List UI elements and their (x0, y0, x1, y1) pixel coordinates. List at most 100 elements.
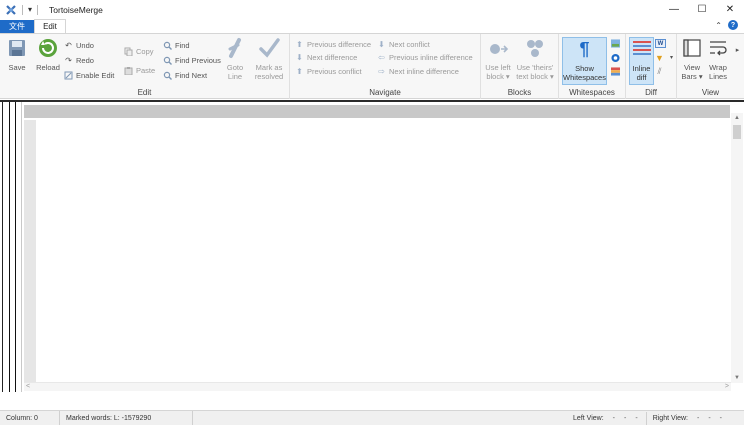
use-left-block-icon (487, 37, 509, 59)
navigate-group: ⬆ Previous difference ⬇ Next difference … (290, 34, 481, 99)
blocks-group-label: Blocks (507, 88, 532, 97)
diff-group: Inline diff W ▼ ▾ ⫽ Diff (626, 34, 677, 99)
wrap-lines-button[interactable]: Wrap Lines (706, 37, 730, 81)
window-title: TortoiseMerge (49, 4, 103, 15)
next-inline-difference-button[interactable]: ⇨ Next inline difference (377, 66, 459, 77)
previous-inline-difference-button[interactable]: ⇦ Previous inline difference (377, 52, 473, 63)
flag-icon (611, 67, 620, 76)
previous-difference-button[interactable]: ⬆ Previous difference (295, 39, 371, 50)
enable-edit-icon (64, 71, 73, 80)
find-next-label: Find Next (175, 71, 208, 80)
editor-pane[interactable] (22, 103, 744, 392)
next-difference-button[interactable]: ⬇ Next difference (295, 52, 357, 63)
whitespace-option-2-button[interactable] (611, 52, 623, 63)
reload-label: Reload (36, 63, 60, 72)
inline-diff-label-1: Inline (632, 64, 651, 73)
scroll-up-icon[interactable]: ▲ (731, 113, 743, 123)
minimize-button[interactable]: — (660, 0, 688, 19)
scroll-thumb[interactable] (733, 125, 741, 139)
close-button[interactable]: ✕ (716, 0, 744, 19)
tab-file[interactable]: 文件 (0, 20, 34, 33)
right-view-value[interactable]: - (720, 415, 722, 422)
left-view-bar-rail (9, 100, 10, 410)
ribbon-scroll-right-button[interactable]: ▸ (733, 44, 744, 55)
show-whitespaces-button[interactable]: ¶ Show Whitespaces (562, 37, 607, 85)
use-theirs-block-label-1: Use 'theirs' (516, 63, 554, 72)
scroll-right-icon[interactable]: > (725, 383, 729, 390)
previous-conflict-button[interactable]: ⬆ Previous conflict (295, 66, 362, 77)
horizontal-scrollbar[interactable]: < > (24, 382, 731, 391)
whitespaces-group: ¶ Show Whitespaces Whitespaces (559, 34, 626, 99)
right-view-value[interactable]: - (697, 415, 699, 422)
dropdown-arrow-icon: ▾ (669, 55, 673, 61)
collapse-ribbon-icon[interactable]: ⌃ (715, 21, 722, 30)
previous-difference-label: Previous difference (307, 40, 372, 49)
paste-icon (124, 66, 133, 75)
diff-option-word-button[interactable]: W (655, 38, 669, 49)
previous-conflict-label: Previous conflict (307, 67, 362, 76)
left-view-label: Left View: (573, 415, 604, 422)
tab-edit[interactable]: Edit (34, 19, 66, 33)
find-next-button[interactable]: Find Next (163, 70, 207, 81)
inline-diff-button[interactable]: Inline diff (629, 37, 654, 85)
paste-label: Paste (136, 66, 156, 75)
quick-access-dropdown[interactable]: ▾ (28, 5, 32, 14)
whitespace-option-1-button[interactable] (611, 38, 623, 49)
scroll-left-icon[interactable]: < (26, 383, 30, 390)
view-bars-label-2: Bars ▾ (681, 72, 703, 81)
status-column: Column: 0 (0, 410, 60, 425)
left-view-value[interactable]: - (613, 415, 615, 422)
title-separator (37, 4, 39, 15)
left-view-value[interactable]: - (635, 415, 637, 422)
left-view-value[interactable]: - (624, 415, 626, 422)
help-icon[interactable]: ? (728, 20, 738, 30)
scroll-down-icon[interactable]: ▼ (731, 373, 743, 383)
filter-icon: ▼ (655, 52, 664, 63)
status-right: Left View: - - - Right View: - - - (567, 411, 744, 425)
copy-button[interactable]: Copy (124, 46, 154, 57)
goto-line-button[interactable]: Goto Line (224, 37, 246, 81)
find-previous-icon (163, 56, 172, 65)
undo-button[interactable]: ↶ Undo (64, 40, 94, 51)
enable-edit-label: Enable Edit (76, 71, 115, 80)
redo-button[interactable]: ↷ Redo (64, 55, 94, 66)
enable-edit-button[interactable]: Enable Edit (64, 70, 114, 81)
navigate-group-label: Navigate (369, 88, 401, 97)
use-left-block-button[interactable]: Use left block ▾ (483, 37, 513, 81)
next-conflict-button[interactable]: ⬇ Next conflict (377, 39, 430, 50)
find-button[interactable]: Find (163, 40, 190, 51)
use-left-block-label-1: Use left (485, 63, 511, 72)
undo-icon: ↶ (65, 41, 72, 50)
word-diff-icon: W (655, 39, 666, 48)
find-next-icon (163, 71, 172, 80)
find-previous-button[interactable]: Find Previous (163, 55, 221, 66)
status-divider (645, 412, 647, 425)
view-bars-label-1: View (683, 63, 701, 72)
inline-diff-icon (631, 38, 653, 60)
goto-line-label-1: Goto (226, 63, 244, 72)
diff-option-three-button[interactable]: ⫽ (655, 66, 667, 77)
paste-button[interactable]: Paste (124, 65, 155, 76)
use-theirs-block-button[interactable]: Use 'theirs' text block ▾ (514, 37, 556, 81)
maximize-button[interactable]: ☐ (688, 0, 716, 19)
save-button[interactable]: Save (5, 37, 29, 72)
reload-button[interactable]: Reload (34, 37, 62, 72)
redo-label: Redo (76, 56, 94, 65)
tortoise-app-icon[interactable] (5, 4, 17, 16)
edit-group: Save Reload ↶ Undo ↷ Redo Enable Edit Co… (0, 34, 290, 99)
show-whitespaces-label-1: Show (575, 64, 594, 73)
ribbon-tabs: 文件 Edit ⌃ ? (0, 19, 744, 33)
previous-inline-difference-label: Previous inline difference (389, 53, 473, 62)
save-icon (6, 37, 28, 59)
title-bar: ▾ TortoiseMerge — ☐ ✕ (0, 0, 744, 19)
view-group-label: View (701, 88, 720, 97)
diff-filter-button[interactable]: ▼ ▾ (655, 52, 679, 63)
view-bars-button[interactable]: View Bars ▾ (680, 37, 704, 81)
vertical-scrollbar[interactable]: ▲ ▼ (731, 113, 743, 383)
whitespace-option-3-button[interactable] (611, 66, 623, 77)
use-theirs-block-icon (524, 37, 546, 59)
mark-as-resolved-button[interactable]: Mark as resolved (252, 37, 286, 81)
next-inline-difference-label: Next inline difference (389, 67, 459, 76)
chevron-right-icon: ▸ (735, 46, 740, 54)
right-view-value[interactable]: - (708, 415, 710, 422)
